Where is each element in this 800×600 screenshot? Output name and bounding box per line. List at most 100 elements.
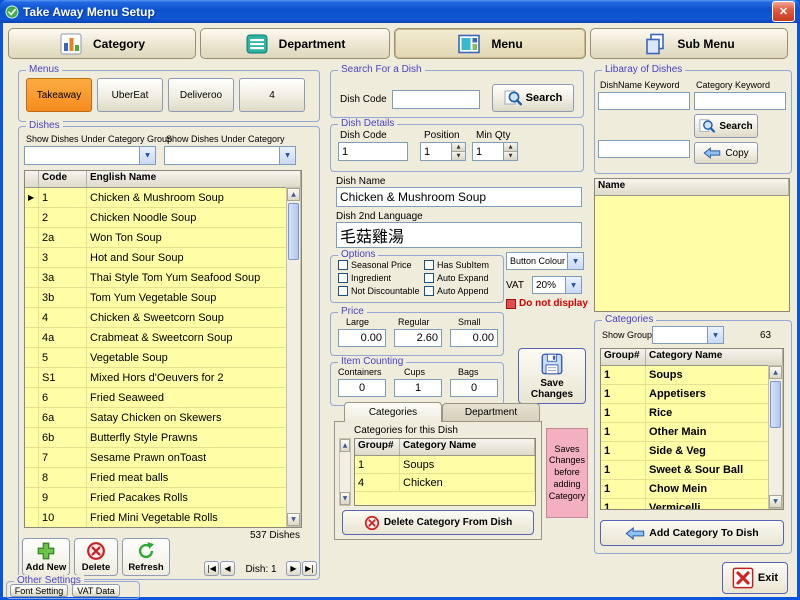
ingredient-checkbox[interactable]: Ingredient <box>338 273 391 283</box>
price-large-input[interactable] <box>338 329 386 347</box>
code-column-header[interactable]: Code <box>39 171 87 187</box>
scrollbar-thumb[interactable] <box>770 381 781 428</box>
name-column-header[interactable]: English Name <box>87 171 301 187</box>
library-extra-input[interactable] <box>598 140 690 158</box>
table-row[interactable]: 1 Soups <box>601 366 783 385</box>
seasonal-price-checkbox[interactable]: Seasonal Price <box>338 260 412 270</box>
containers-input[interactable] <box>338 379 386 397</box>
price-small-input[interactable] <box>450 329 498 347</box>
font-setting-button[interactable]: Font Setting <box>10 584 68 597</box>
auto-append-checkbox[interactable]: Auto Append <box>424 286 489 296</box>
close-icon[interactable] <box>772 1 795 22</box>
table-row[interactable]: 1 Other Main <box>601 423 783 442</box>
red-checkbox-icon[interactable] <box>506 299 516 309</box>
show-group-dropdown[interactable] <box>652 326 724 344</box>
table-row[interactable]: 3b Tom Yum Vegetable Soup <box>25 288 301 308</box>
minqty-stepper[interactable]: 1 <box>472 142 518 161</box>
table-row[interactable]: 4 Chicken <box>355 474 535 492</box>
checkbox-icon[interactable] <box>338 260 348 270</box>
scrollbar-thumb[interactable] <box>288 203 299 260</box>
cups-input[interactable] <box>394 379 442 397</box>
delete-category-from-dish-button[interactable]: Delete Category From Dish <box>342 510 534 535</box>
table-row[interactable]: 6b Butterfly Style Prawns <box>25 428 301 448</box>
do-not-display-checkbox[interactable]: Do not display <box>506 298 588 309</box>
auto-expand-checkbox[interactable]: Auto Expand <box>424 273 489 283</box>
exit-button[interactable]: Exit <box>722 562 788 594</box>
dish-name-input[interactable] <box>336 187 582 207</box>
table-row[interactable]: 6 Fried Seaweed <box>25 388 301 408</box>
button-colour-dropdown[interactable]: Button Colour <box>506 252 584 270</box>
table-row[interactable]: 7 Sesame Prawn onToast <box>25 448 301 468</box>
dishname-keyword-input[interactable] <box>598 92 690 110</box>
save-changes-button[interactable]: Save Changes <box>518 348 586 404</box>
dish-list-scrollbar[interactable] <box>286 187 301 527</box>
scroll-down-icon[interactable] <box>287 513 300 526</box>
checkbox-icon[interactable] <box>424 286 434 296</box>
table-row[interactable]: 1 Soups <box>355 456 535 474</box>
menu-button-takeaway[interactable]: Takeaway <box>26 78 92 112</box>
library-search-button[interactable]: Search <box>694 114 758 138</box>
search-dish-button[interactable]: Search <box>492 84 574 112</box>
table-row[interactable]: 10 Fried Mini Vegetable Rolls <box>25 508 301 527</box>
vat-data-button[interactable]: VAT Data <box>72 584 120 597</box>
table-row[interactable]: 3 Hot and Sour Soup <box>25 248 301 268</box>
tab-dish-categories[interactable]: Categories <box>344 402 442 422</box>
chevron-down-icon[interactable] <box>565 277 581 293</box>
group-column-header[interactable]: Group# <box>355 439 400 455</box>
menu-button-deliveroo[interactable]: Deliveroo <box>168 78 234 112</box>
vat-dropdown[interactable]: 20% <box>532 276 582 294</box>
dish-lang2-input[interactable] <box>336 222 582 248</box>
scroll-down-icon[interactable] <box>769 495 782 508</box>
category-keyword-input[interactable] <box>694 92 786 110</box>
not-discountable-checkbox[interactable]: Not Discountable <box>338 286 420 296</box>
tab-department[interactable]: Department <box>200 28 390 59</box>
table-row[interactable]: 8 Fried meat balls <box>25 468 301 488</box>
menu-button-ubereat[interactable]: UberEat <box>97 78 163 112</box>
details-code-input[interactable] <box>338 142 408 161</box>
menu-button-4[interactable]: 4 <box>239 78 305 112</box>
checkbox-icon[interactable] <box>424 273 434 283</box>
chevron-down-icon[interactable] <box>567 253 583 269</box>
chevron-down-icon[interactable] <box>279 147 295 164</box>
nav-next-button[interactable]: ▶ <box>286 561 301 576</box>
table-row[interactable]: 1 Appetisers <box>601 385 783 404</box>
add-category-to-dish-button[interactable]: Add Category To Dish <box>600 520 784 546</box>
category-group-dropdown[interactable] <box>24 146 156 165</box>
scroll-up-icon[interactable] <box>287 188 300 201</box>
nav-prev-button[interactable]: ◀ <box>220 561 235 576</box>
refresh-button[interactable]: Refresh <box>122 538 170 576</box>
category-column-header[interactable]: Category Name <box>400 439 535 455</box>
nav-first-button[interactable]: |◀ <box>204 561 219 576</box>
add-new-button[interactable]: Add New <box>22 538 70 576</box>
table-row[interactable]: 4 Chicken & Sweetcorn Soup <box>25 308 301 328</box>
checkbox-icon[interactable] <box>424 260 434 270</box>
copy-button[interactable]: Copy <box>694 142 758 164</box>
price-regular-input[interactable] <box>394 329 442 347</box>
table-row[interactable]: 1 Chicken & Mushroom Soup <box>25 188 301 208</box>
table-row[interactable]: 1 Sweet & Sour Ball <box>601 461 783 480</box>
tab-category[interactable]: Category <box>8 28 196 59</box>
category-column-header[interactable]: Category Name <box>646 349 783 365</box>
chevron-down-icon[interactable] <box>707 327 723 343</box>
tab-submenu[interactable]: Sub Menu <box>590 28 788 59</box>
table-row[interactable]: 1 Side & Veg <box>601 442 783 461</box>
group-column-header[interactable]: Group# <box>601 349 646 365</box>
checkbox-icon[interactable] <box>338 286 348 296</box>
search-dish-code-input[interactable] <box>392 90 480 109</box>
spinner-arrows-icon[interactable] <box>451 143 465 160</box>
table-row[interactable]: 6a Satay Chicken on Skewers <box>25 408 301 428</box>
has-subitem-checkbox[interactable]: Has SubItem <box>424 260 489 270</box>
table-row[interactable]: 1 Chow Mein <box>601 480 783 499</box>
table-row[interactable]: 2 Chicken Noodle Soup <box>25 208 301 228</box>
bags-input[interactable] <box>450 379 498 397</box>
scroll-down-icon[interactable] <box>340 492 350 505</box>
nav-last-button[interactable]: ▶| <box>302 561 317 576</box>
table-row[interactable]: 2a Won Ton Soup <box>25 228 301 248</box>
checkbox-icon[interactable] <box>338 273 348 283</box>
scroll-up-icon[interactable] <box>340 439 350 452</box>
tab-dish-department[interactable]: Department <box>442 403 540 421</box>
table-row[interactable]: 3a Thai Style Tom Yum Seafood Soup <box>25 268 301 288</box>
table-row[interactable]: 1 Vermicelli <box>601 499 783 509</box>
dish-categories-scrollbar[interactable] <box>339 438 351 506</box>
table-row[interactable]: 4a Crabmeat & Sweetcorn Soup <box>25 328 301 348</box>
